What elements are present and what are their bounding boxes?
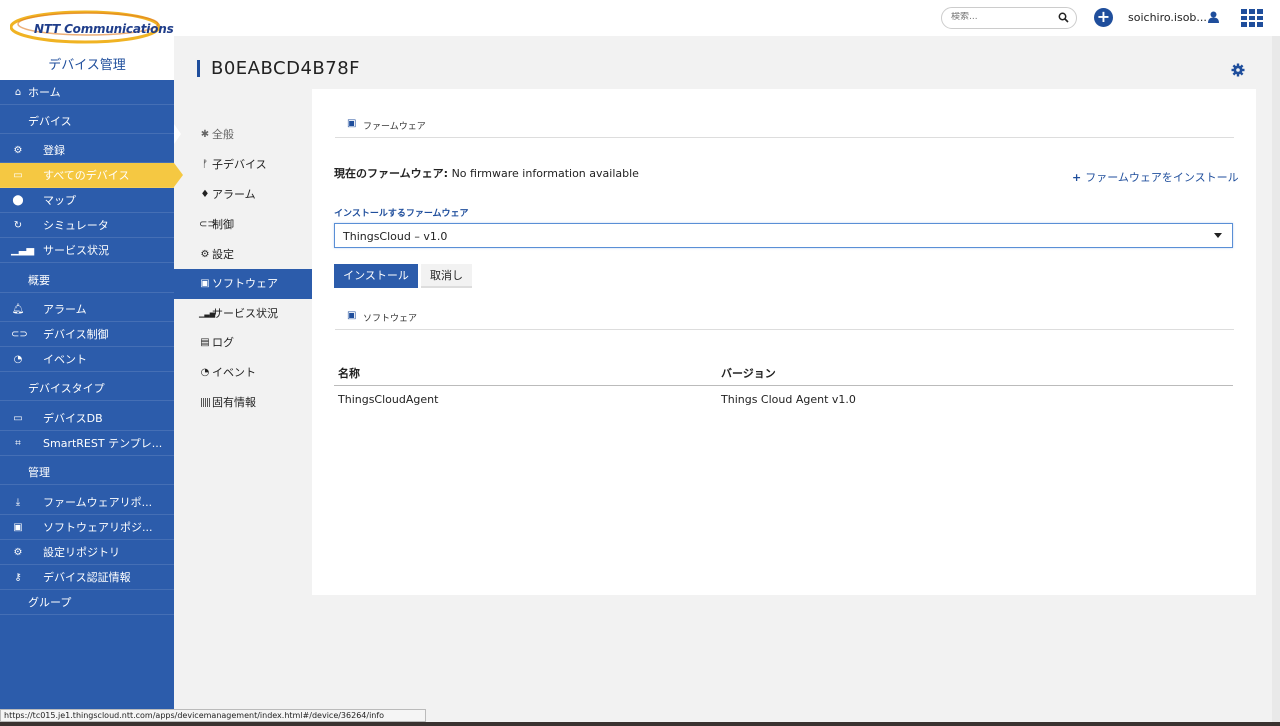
save-icon: ▣ — [347, 310, 357, 321]
search-input[interactable] — [951, 12, 1051, 22]
sidebar-item-register[interactable]: ⚙ 登録 — [0, 138, 174, 163]
sidebar-section-device[interactable]: デバイス — [0, 109, 174, 134]
table-cell-name: ThingsCloudAgent — [338, 393, 439, 406]
plus-icon: + — [1072, 171, 1082, 184]
search-box[interactable] — [941, 7, 1077, 29]
home-icon: ⌂ — [14, 87, 22, 98]
top-bar — [0, 0, 1280, 36]
add-plus-icon[interactable]: + — [1094, 8, 1113, 27]
tab-child-devices[interactable]: ᚠ 子デバイス — [174, 150, 312, 180]
page-title: B0EABCD4B78F — [211, 58, 361, 79]
hdd-icon: ▭ — [13, 413, 23, 424]
gear-icon[interactable] — [1231, 63, 1245, 77]
download-icon: ⤓ — [15, 497, 21, 508]
gamepad-icon: ⊂⊃ — [11, 329, 28, 340]
sidebar: ⌂ ホーム デバイス ⚙ 登録 ▭ すべてのデバイス ⬤ マップ ↻ シミュレー… — [0, 80, 183, 709]
code-file-icon: ⌗ — [15, 438, 21, 449]
username[interactable]: soichiro.isob... — [1128, 11, 1207, 24]
table-cell-version: Things Cloud Agent v1.0 — [721, 393, 856, 406]
rss-icon: ◔ — [13, 354, 23, 365]
bell-icon: 🔔︎ — [11, 304, 25, 315]
sidebar-item-device-db[interactable]: ▭ デバイスDB — [0, 406, 174, 431]
bell-icon: ♦ — [200, 189, 210, 200]
current-firmware: 現在のファームウェア: No firmware information avai… — [334, 165, 639, 181]
tab-event[interactable]: ◔ イベント — [174, 358, 312, 388]
column-header-name[interactable]: 名称 — [338, 365, 360, 381]
sidebar-item-device-control[interactable]: ⊂⊃ デバイス制御 — [0, 322, 174, 347]
user-icon[interactable] — [1208, 11, 1219, 23]
app-title: デバイス管理 — [48, 58, 126, 73]
logo-area: NTT Communications デバイス管理 — [0, 0, 174, 80]
sidebar-item-map[interactable]: ⬤ マップ — [0, 188, 174, 213]
sidebar-section-admin[interactable]: 管理 — [0, 460, 174, 485]
sidebar-active-pointer — [174, 124, 181, 144]
map-marker-icon: ⬤ — [12, 195, 24, 206]
window-bottom-edge — [0, 722, 1280, 726]
sidebar-item-home[interactable]: ⌂ ホーム — [0, 80, 174, 105]
rss-icon: ◔ — [200, 367, 210, 378]
sidebar-item-all-devices[interactable]: ▭ すべてのデバイス — [0, 163, 183, 188]
tab-log[interactable]: ▤ ログ — [174, 328, 312, 358]
scroll-gutter — [1272, 36, 1280, 722]
software-panel: ▣ ファームウェア 現在のファームウェア: No firmware inform… — [312, 89, 1256, 595]
install-firmware-link[interactable]: + ファームウェアをインストール — [1072, 169, 1239, 185]
column-header-version[interactable]: バージョン — [721, 365, 776, 381]
sidebar-item-smartrest[interactable]: ⌗ SmartREST テンプレ... — [0, 431, 174, 456]
cancel-button[interactable]: 取消し — [421, 264, 472, 288]
key-icon: ⚷ — [14, 572, 22, 583]
sidebar-item-firmware-repo[interactable]: ⤓ ファームウェアリポ... — [0, 490, 174, 515]
sidebar-section-overview[interactable]: 概要 — [0, 268, 174, 293]
sidebar-item-software-repo[interactable]: ▣ ソフトウェアリポジ... — [0, 515, 174, 540]
sidebar-section-device-type[interactable]: デバイスタイプ — [0, 376, 174, 401]
save-icon: ▣ — [347, 118, 357, 129]
cogs-icon: ⚙ — [13, 145, 23, 156]
firmware-select-value: ThingsCloud – v1.0 — [343, 230, 448, 243]
sidebar-section-group[interactable]: グループ — [0, 590, 174, 615]
table-divider — [334, 385, 1233, 386]
sidebar-item-alarm[interactable]: 🔔︎ アラーム — [0, 297, 174, 322]
refresh-icon: ↻ — [13, 220, 23, 231]
current-firmware-label: 現在のファームウェア: — [334, 167, 449, 180]
firmware-select[interactable]: ThingsCloud – v1.0 — [334, 223, 1233, 248]
logo-text: NTT Communications — [34, 22, 174, 36]
file-icon: ▤ — [200, 337, 210, 348]
current-firmware-value: No firmware information available — [451, 167, 639, 180]
barcode-icon: ||||| — [199, 398, 211, 408]
cogs-icon: ⚙ — [13, 547, 23, 558]
fork-icon: ᚠ — [202, 159, 208, 170]
save-icon: ▣ — [13, 522, 23, 533]
status-bar-url: https://tc015.je1.thingscloud.ntt.com/ap… — [0, 709, 426, 722]
sidebar-item-simulator[interactable]: ↻ シミュレータ — [0, 213, 174, 238]
save-icon: ▣ — [200, 278, 210, 289]
firmware-section-header: ▣ ファームウェア — [335, 116, 1234, 138]
cogs-icon: ⚙ — [200, 249, 210, 260]
software-section-header: ▣ ソフトウェア — [335, 308, 1234, 330]
sidebar-item-device-credentials[interactable]: ⚷ デバイス認証情報 — [0, 565, 174, 590]
tab-general[interactable]: ✱ 全般 — [174, 120, 312, 150]
signal-icon: ▁▃▅ — [199, 310, 216, 318]
asterisk-icon: ✱ — [200, 129, 210, 140]
tab-identity[interactable]: ||||| 固有情報 — [174, 388, 312, 418]
title-accent-bar — [197, 60, 200, 77]
inbox-icon: ▭ — [13, 170, 23, 181]
gamepad-icon: ⊂⊃ — [199, 219, 216, 230]
tab-software[interactable]: ▣ ソフトウェア — [174, 269, 320, 299]
tab-settings[interactable]: ⚙ 設定 — [174, 240, 312, 270]
caret-down-icon — [1214, 233, 1222, 238]
tab-service-status[interactable]: ▁▃▅ サービス状況 — [174, 299, 312, 329]
signal-icon: ▁▃▅ — [11, 245, 35, 256]
tab-alarm[interactable]: ♦ アラーム — [174, 180, 312, 210]
tab-control[interactable]: ⊂⊃ 制御 — [174, 210, 312, 240]
sidebar-item-event[interactable]: ◔ イベント — [0, 347, 174, 372]
install-button[interactable]: インストール — [334, 264, 418, 288]
app-grid-icon[interactable] — [1241, 9, 1263, 27]
search-icon[interactable] — [1058, 12, 1069, 23]
sidebar-item-config-repo[interactable]: ⚙ 設定リポジトリ — [0, 540, 174, 565]
firmware-select-label: インストールするファームウェア — [334, 209, 469, 219]
sidebar-item-service-status[interactable]: ▁▃▅ サービス状況 — [0, 238, 174, 263]
